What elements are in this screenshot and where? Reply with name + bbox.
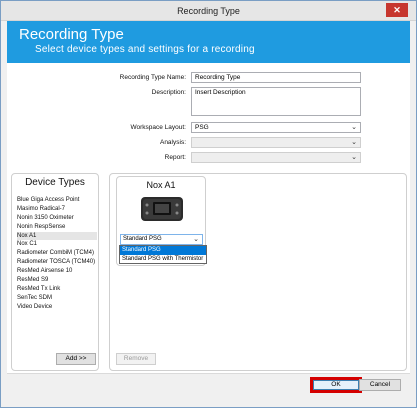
- device-card-title: Nox A1: [146, 180, 176, 190]
- list-item[interactable]: Nonin 3150 Oximeter: [17, 214, 97, 223]
- list-item[interactable]: Video Device: [17, 303, 97, 312]
- setting-select[interactable]: Standard PSG ⌄: [120, 234, 203, 245]
- add-button[interactable]: Add >>: [56, 353, 96, 365]
- report-label: Report:: [164, 154, 186, 161]
- list-item[interactable]: Radiometer TOSCA (TCM40): [17, 258, 97, 267]
- cancel-button[interactable]: Cancel: [359, 379, 401, 391]
- workspace-layout-value: PSG: [195, 124, 209, 131]
- description-label: Description:: [151, 89, 186, 96]
- device-types-list: Blue Giga Access Point Masimo Radical-7 …: [17, 196, 97, 312]
- chevron-down-icon: ⌄: [351, 124, 357, 131]
- list-item[interactable]: Masimo Radical-7: [17, 205, 97, 214]
- ok-button-highlight: [310, 377, 362, 393]
- list-item-selected[interactable]: Nox A1: [17, 231, 97, 241]
- header-subtitle: Select device types and settings for a r…: [35, 44, 255, 55]
- remove-button[interactable]: Remove: [116, 353, 156, 365]
- recording-type-dialog: Recording Type ✕ Recording Type Select d…: [0, 0, 417, 408]
- list-item[interactable]: Radiometer CombiM (TCM4): [17, 249, 97, 258]
- window-title: Recording Type: [177, 6, 240, 16]
- title-bar: Recording Type ✕: [1, 1, 416, 21]
- description-input[interactable]: Insert Description: [191, 87, 361, 116]
- recording-type-name-label: Recording Type Name:: [119, 74, 186, 81]
- list-item[interactable]: SenTec SDM: [17, 294, 97, 303]
- list-item[interactable]: Blue Giga Access Point: [17, 196, 97, 205]
- analysis-select[interactable]: ⌄: [191, 137, 361, 148]
- list-item[interactable]: Nox C1: [17, 240, 97, 249]
- list-item[interactable]: ResMed S9: [17, 276, 97, 285]
- chevron-down-icon: ⌄: [351, 154, 357, 161]
- setting-select-value: Standard PSG: [123, 236, 162, 242]
- footer-divider: [7, 373, 410, 374]
- dropdown-option[interactable]: Standard PSG with Thermistor: [120, 255, 206, 264]
- list-item[interactable]: Nonin RespSense: [17, 223, 97, 232]
- chevron-down-icon: ⌄: [351, 139, 357, 146]
- analysis-label: Analysis:: [159, 139, 186, 146]
- header-banner: Recording Type Select device types and s…: [7, 21, 410, 63]
- workspace-layout-label: Workspace Layout:: [130, 124, 186, 131]
- list-item[interactable]: ResMed Tx Link: [17, 285, 97, 294]
- header-title: Recording Type: [19, 26, 124, 43]
- device-types-title: Device Types: [25, 177, 85, 188]
- setting-dropdown-list: Standard PSG Standard PSG with Thermisto…: [119, 245, 207, 264]
- close-button[interactable]: ✕: [386, 3, 408, 17]
- report-select[interactable]: ⌄: [191, 152, 361, 163]
- device-types-panel: Device Types Blue Giga Access Point Masi…: [11, 173, 99, 371]
- workspace-layout-select[interactable]: PSG ⌄: [191, 122, 361, 133]
- close-icon: ✕: [393, 5, 401, 15]
- chevron-down-icon: ⌄: [193, 236, 199, 243]
- list-item[interactable]: ResMed Airsense 10: [17, 267, 97, 276]
- dropdown-option[interactable]: Standard PSG: [120, 246, 206, 255]
- nox-a1-device-image: [141, 197, 183, 221]
- recording-type-name-input[interactable]: Recording Type: [191, 72, 361, 83]
